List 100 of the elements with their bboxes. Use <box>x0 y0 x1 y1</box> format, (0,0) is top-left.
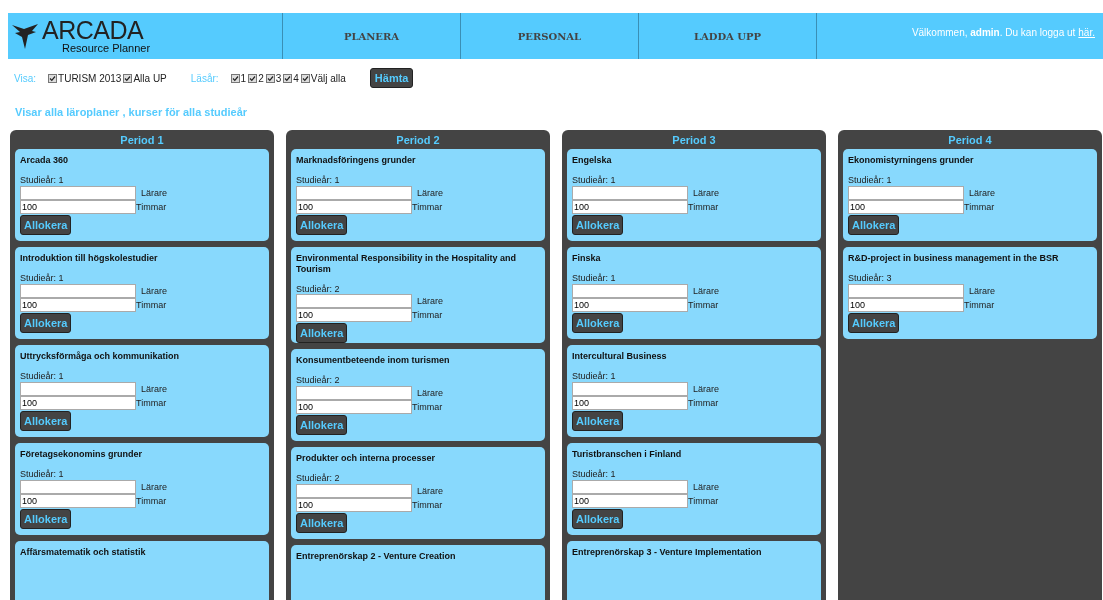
study-year: Studieår: 2 <box>296 376 341 387</box>
hours-label: Timmar <box>412 310 443 321</box>
allocate-button[interactable]: Allokera <box>20 312 72 333</box>
allocate-button[interactable]: Allokera <box>296 323 348 344</box>
checkbox[interactable] <box>283 73 293 83</box>
teacher-label: Lärare <box>417 388 443 399</box>
study-year: Studieår: 1 <box>20 175 65 186</box>
course-title: Introduktion till högskolestudier <box>20 253 159 264</box>
allocate-button[interactable]: Allokera <box>20 508 72 529</box>
teacher-label: Lärare <box>693 481 719 492</box>
hours-label: Timmar <box>412 402 443 413</box>
study-year: Studieår: 2 <box>296 284 341 295</box>
course-title: Företagsekonomins grunder <box>20 449 144 460</box>
period-title: Period 4 <box>947 133 993 148</box>
hours-label: Timmar <box>412 201 443 212</box>
course-title: Finska <box>572 253 602 264</box>
checkbox-label: 2 <box>258 72 264 84</box>
teacher-field[interactable] <box>572 381 688 396</box>
course-title: Engelska <box>572 155 613 166</box>
teacher-label: Lärare <box>141 187 167 198</box>
course-title: R&D-project in business management in the BSR <box>848 253 1060 264</box>
hours-label: Timmar <box>688 397 719 408</box>
checkbox[interactable] <box>123 73 133 83</box>
allocate-button[interactable]: Allokera <box>572 508 624 529</box>
allocate-button[interactable]: Allokera <box>296 214 348 235</box>
checkbox[interactable] <box>300 73 310 83</box>
allocate-button[interactable]: Allokera <box>848 312 900 333</box>
teacher-field[interactable] <box>20 185 136 200</box>
allocate-button[interactable]: Allokera <box>296 513 348 534</box>
checkbox[interactable] <box>230 73 240 83</box>
study-year: Studieår: 1 <box>20 469 65 480</box>
course-title: Marknadsföringens grunder <box>296 155 417 166</box>
course-title: Ekonomistyrningens grunder <box>848 155 975 166</box>
teacher-field[interactable] <box>20 479 136 494</box>
teacher-field[interactable] <box>296 294 412 309</box>
checkbox[interactable] <box>265 73 275 83</box>
course-title: Environmental Responsibility in the Hospitality and Tourism <box>296 253 518 275</box>
teacher-label: Lärare <box>417 187 443 198</box>
welcome-text: Välkommen, admin. Du kan logga ut <box>911 27 1076 40</box>
teacher-field[interactable] <box>848 185 964 200</box>
page-heading: Visar alla läroplaner , kurser för alla studieår <box>14 105 249 120</box>
hours-field[interactable]: 100 <box>296 498 412 513</box>
filter-label: Visa: <box>14 72 37 84</box>
course-title: Entreprenörskap 3 - Venture Implementation <box>572 547 763 558</box>
checkbox-label: 1 <box>240 72 247 84</box>
teacher-label: Lärare <box>693 383 719 394</box>
hours-field[interactable]: 100 <box>296 400 412 415</box>
teacher-field[interactable] <box>296 185 412 200</box>
teacher-label: Lärare <box>693 187 719 198</box>
period-title: Period 3 <box>671 133 717 148</box>
teacher-label: Lärare <box>969 187 995 198</box>
checkbox[interactable] <box>48 73 58 83</box>
teacher-field[interactable] <box>572 283 688 298</box>
allocate-button[interactable]: Allokera <box>20 214 72 235</box>
allocate-button[interactable]: Allokera <box>296 415 348 436</box>
allocate-button[interactable]: Allokera <box>572 410 624 431</box>
teacher-field[interactable] <box>20 381 136 396</box>
study-year: Studieår: 1 <box>296 175 341 186</box>
checkbox[interactable] <box>248 73 258 83</box>
hours-label: Timmar <box>412 500 443 511</box>
teacher-field[interactable] <box>572 479 688 494</box>
allocate-button[interactable]: Allokera <box>572 214 624 235</box>
hours-label: Timmar <box>964 201 995 212</box>
allocate-button[interactable]: Allokera <box>572 312 624 333</box>
allocate-button[interactable]: Allokera <box>848 214 900 235</box>
study-year: Studieår: 3 <box>848 273 893 284</box>
logo-subtitle: Resource Planner <box>62 43 151 54</box>
teacher-field[interactable] <box>296 386 412 401</box>
nav-tab[interactable]: LADDA UPP <box>638 13 816 59</box>
study-year: Studieår: 1 <box>572 469 617 480</box>
hours-label: Timmar <box>688 495 719 506</box>
teacher-field[interactable] <box>20 283 136 298</box>
nav-tab[interactable]: PERSONAL <box>460 13 638 59</box>
hours-label: Timmar <box>136 495 167 506</box>
fetch-button[interactable]: Hämta <box>369 68 414 88</box>
course-title: Intercultural Business <box>572 351 668 362</box>
course-title: Affärsmatematik och statistik <box>20 547 147 558</box>
study-year: Studieår: 1 <box>848 175 893 186</box>
teacher-label: Lärare <box>141 285 167 296</box>
teacher-label: Lärare <box>141 383 167 394</box>
teacher-label: Lärare <box>969 285 995 296</box>
course-title: Uttrycksförmåga och kommunikation <box>20 351 181 362</box>
hours-label: Timmar <box>136 299 167 310</box>
hours-label: Timmar <box>136 397 167 408</box>
course-title: Produkter och interna processer <box>296 453 437 465</box>
study-year: Studieår: 1 <box>20 371 65 382</box>
teacher-field[interactable] <box>296 484 412 499</box>
study-year: Studieår: 1 <box>572 175 617 186</box>
teacher-field[interactable] <box>848 283 964 298</box>
teacher-label: Lärare <box>141 481 167 492</box>
study-year: Studieår: 2 <box>296 474 341 485</box>
hours-field[interactable]: 100 <box>296 308 412 323</box>
teacher-label: Lärare <box>693 285 719 296</box>
checkbox-label: Alla UP <box>133 72 167 84</box>
period-title: Period 1 <box>119 133 165 148</box>
nav-tab[interactable]: PLANERA <box>282 13 460 59</box>
allocate-button[interactable]: Allokera <box>20 410 72 431</box>
period-title: Period 2 <box>395 133 441 148</box>
teacher-field[interactable] <box>572 185 688 200</box>
course-title: Turistbranschen i Finland <box>572 449 683 460</box>
